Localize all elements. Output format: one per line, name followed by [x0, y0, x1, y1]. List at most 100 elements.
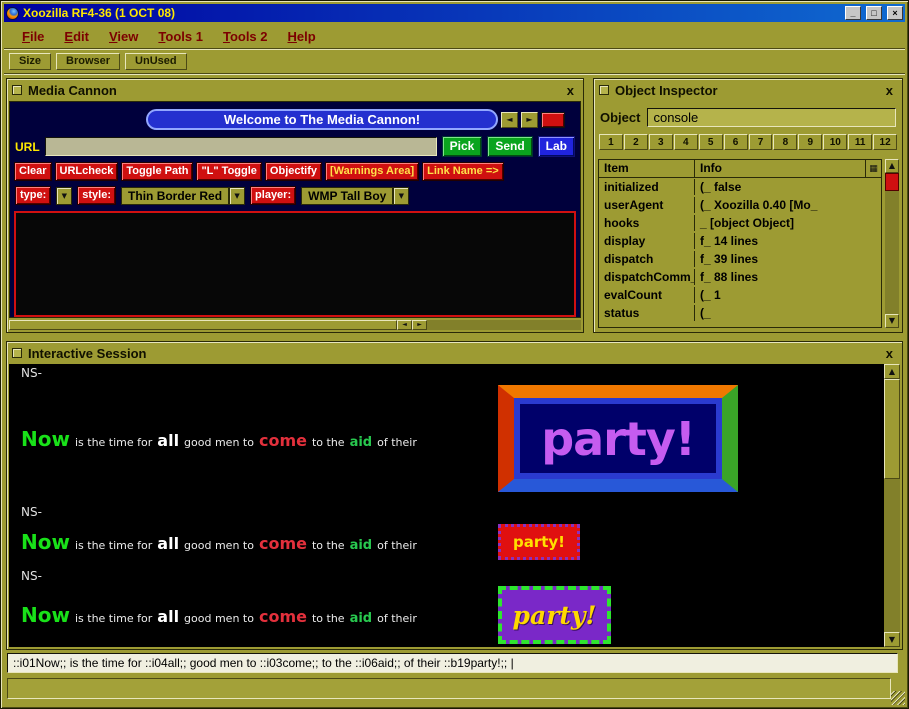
media-prev-button[interactable]: ◄	[501, 111, 518, 128]
inspector-tab-7[interactable]: 7	[748, 134, 773, 150]
style-button[interactable]: style:	[77, 186, 117, 205]
table-row[interactable]: evalCount (_ 1	[599, 286, 881, 304]
browser-button[interactable]: Browser	[56, 53, 121, 70]
scroll-down-button[interactable]: ▼	[885, 314, 899, 328]
inspector-scrollbar[interactable]: ▲ ▼	[885, 159, 899, 328]
close-button[interactable]: ×	[887, 6, 903, 20]
link-name-button[interactable]: Link Name =>	[422, 162, 504, 181]
table-row[interactable]: hooks _ [object Object]	[599, 214, 881, 232]
send-button[interactable]: Send	[487, 136, 533, 157]
inspector-tab-11[interactable]: 11	[848, 134, 873, 150]
media-cannon-hscrollbar[interactable]: ◄ ►	[9, 320, 581, 330]
stop-button[interactable]	[541, 111, 565, 128]
scrollbar-track[interactable]	[885, 191, 899, 314]
type-dropdown-arrow[interactable]: ▼	[56, 186, 73, 205]
scrollbar-track[interactable]	[884, 479, 900, 632]
warnings-area-button[interactable]: [Warnings Area]	[325, 162, 420, 181]
urlcheck-button[interactable]: URLcheck	[54, 162, 119, 181]
style-dropdown-arrow[interactable]: ▼	[229, 186, 246, 205]
table-row[interactable]: display f_ 14 lines	[599, 232, 881, 250]
toolbar: Size Browser UnUsed	[4, 50, 905, 74]
welcome-banner[interactable]: Welcome to The Media Cannon!	[146, 109, 498, 130]
session-output: NS- Now is the time for all good men to …	[9, 364, 884, 647]
object-name-input[interactable]: console	[647, 108, 896, 127]
lab-button[interactable]: Lab	[537, 136, 575, 157]
scroll-down-button[interactable]: ▼	[884, 632, 900, 647]
info-cell: (_ Xoozilla 0.40 [Mo_	[700, 198, 818, 212]
media-next-button[interactable]: ►	[521, 111, 538, 128]
media-display-area	[14, 211, 576, 317]
inspector-tab-9[interactable]: 9	[798, 134, 823, 150]
menu-item-view[interactable]: View	[99, 27, 148, 46]
item-cell: status	[599, 305, 695, 321]
table-row[interactable]: status (_	[599, 304, 881, 322]
inspector-tab-6[interactable]: 6	[723, 134, 748, 150]
item-cell: initialized	[599, 179, 695, 195]
unused-button[interactable]: UnUsed	[125, 53, 187, 70]
scroll-up-button[interactable]: ▲	[884, 364, 900, 379]
player-dropdown-arrow[interactable]: ▼	[393, 186, 410, 205]
hscroll-left-button[interactable]: ◄	[397, 320, 412, 330]
inspector-tab-12[interactable]: 12	[873, 134, 898, 150]
item-cell: userAgent	[599, 197, 695, 213]
l-toggle-button[interactable]: "L" Toggle	[196, 162, 262, 181]
clear-button[interactable]: Clear	[14, 162, 52, 181]
menubar: File Edit View Tools 1 Tools 2 Help	[4, 24, 905, 49]
player-select[interactable]: WMP Tall Boy ▼	[301, 186, 410, 205]
url-row: URL Pick Send Lab	[10, 130, 580, 157]
inspector-tab-10[interactable]: 10	[823, 134, 848, 150]
scrollbar-thumb[interactable]	[884, 379, 900, 479]
object-inspector-close-button[interactable]: x	[882, 83, 897, 98]
session-close-button[interactable]: x	[882, 346, 897, 361]
media-cannon-close-button[interactable]: x	[563, 83, 578, 98]
object-inspector-panel: Object Inspector x Object console 1 2 3 …	[593, 78, 903, 333]
objectify-button[interactable]: Objectify	[264, 162, 322, 181]
hscroll-right-button[interactable]: ►	[412, 320, 427, 330]
inspector-tab-5[interactable]: 5	[698, 134, 723, 150]
inspector-tab-2[interactable]: 2	[623, 134, 648, 150]
table-row[interactable]: userAgent (_ Xoozilla 0.40 [Mo_	[599, 196, 881, 214]
right-arrow-icon: ►	[526, 114, 533, 124]
word-segment: of their	[377, 612, 417, 625]
inspector-tab-1[interactable]: 1	[599, 134, 623, 150]
hscroll-thumb[interactable]	[9, 320, 397, 330]
inspector-tab-3[interactable]: 3	[648, 134, 673, 150]
scrollbar-thumb[interactable]	[885, 173, 899, 191]
table-row[interactable]: dispatchComm_ f_ 88 lines	[599, 268, 881, 286]
command-input[interactable]	[7, 653, 898, 673]
inspector-tab-8[interactable]: 8	[773, 134, 798, 150]
session-entry: Now is the time for all good men to come…	[21, 586, 884, 644]
session-entry: Now is the time for all good men to come…	[21, 524, 884, 560]
toggle-path-button[interactable]: Toggle Path	[121, 162, 194, 181]
panel-icon	[599, 85, 609, 95]
pick-button[interactable]: Pick	[441, 136, 483, 157]
type-button[interactable]: type:	[15, 186, 52, 205]
item-cell: dispatch	[599, 251, 695, 267]
minimize-button[interactable]: _	[845, 6, 861, 20]
size-button[interactable]: Size	[9, 53, 52, 70]
menu-item-file[interactable]: File	[12, 27, 54, 46]
menu-item-edit[interactable]: Edit	[54, 27, 99, 46]
down-arrow-icon: ▼	[888, 316, 896, 325]
url-input[interactable]	[44, 137, 437, 156]
style-select[interactable]: Thin Border Red ▼	[121, 186, 246, 205]
hscroll-track[interactable]	[427, 320, 581, 330]
menu-item-tools2[interactable]: Tools 2	[213, 27, 278, 46]
column-header-item: Item	[599, 160, 695, 177]
table-row[interactable]: dispatch f_ 39 lines	[599, 250, 881, 268]
menu-item-tools1[interactable]: Tools 1	[148, 27, 213, 46]
word-now: Now	[21, 426, 70, 451]
resize-grip[interactable]	[891, 691, 905, 705]
table-header: Item Info ▦	[599, 160, 881, 178]
panel-icon	[12, 348, 22, 358]
menu-item-help[interactable]: Help	[278, 27, 326, 46]
scroll-up-button[interactable]: ▲	[885, 159, 899, 173]
inspector-tab-4[interactable]: 4	[673, 134, 698, 150]
table-grid-button[interactable]: ▦	[865, 160, 881, 177]
table-row[interactable]: initialized (_ false	[599, 178, 881, 196]
object-inspector-titlebar: Object Inspector x	[594, 79, 902, 101]
maximize-button[interactable]: □	[866, 6, 882, 20]
word-all: all	[157, 534, 180, 553]
player-button[interactable]: player:	[250, 186, 297, 205]
session-scrollbar[interactable]: ▲ ▼	[884, 364, 900, 647]
